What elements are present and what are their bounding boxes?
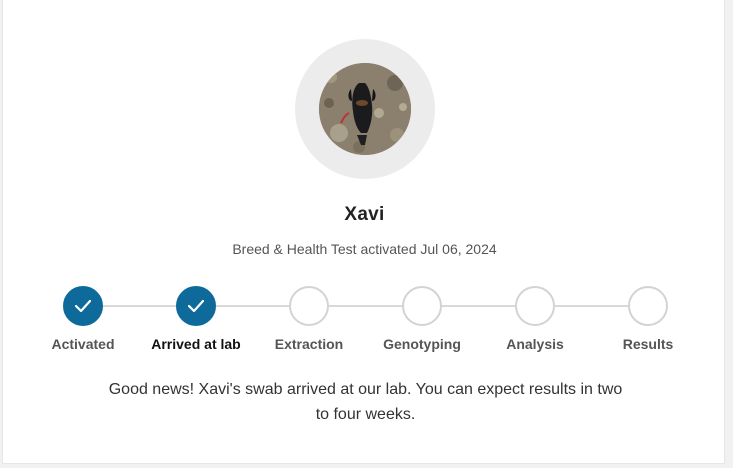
step-circle bbox=[63, 286, 103, 326]
checkmark-icon bbox=[187, 299, 205, 313]
step-circle bbox=[289, 286, 329, 326]
dog-photo-icon bbox=[319, 63, 411, 155]
step-arrived-at-lab: Arrived at lab bbox=[136, 286, 256, 352]
test-activation-subtitle: Breed & Health Test activated Jul 06, 20… bbox=[232, 241, 497, 257]
checkmark-icon bbox=[74, 299, 92, 313]
dog-avatar bbox=[319, 63, 411, 155]
step-analysis: Analysis bbox=[475, 286, 595, 352]
step-circle bbox=[176, 286, 216, 326]
avatar-ring bbox=[295, 39, 435, 179]
test-status-card: Xavi Breed & Health Test activated Jul 0… bbox=[2, 0, 725, 464]
step-label: Activated bbox=[51, 336, 115, 352]
step-circle bbox=[628, 286, 668, 326]
step-circle bbox=[515, 286, 555, 326]
step-circle bbox=[402, 286, 442, 326]
status-message: Good news! Xavi's swab arrived at our la… bbox=[108, 381, 623, 423]
step-activated: Activated bbox=[23, 286, 143, 352]
step-label: Genotyping bbox=[383, 336, 461, 352]
step-label: Arrived at lab bbox=[151, 336, 241, 352]
step-extraction: Extraction bbox=[249, 286, 369, 352]
step-label: Analysis bbox=[506, 336, 564, 352]
dog-name: Xavi bbox=[344, 204, 385, 225]
step-genotyping: Genotyping bbox=[362, 286, 482, 352]
step-label: Extraction bbox=[274, 336, 344, 352]
step-results: Results bbox=[588, 286, 708, 352]
step-label: Results bbox=[622, 336, 674, 352]
